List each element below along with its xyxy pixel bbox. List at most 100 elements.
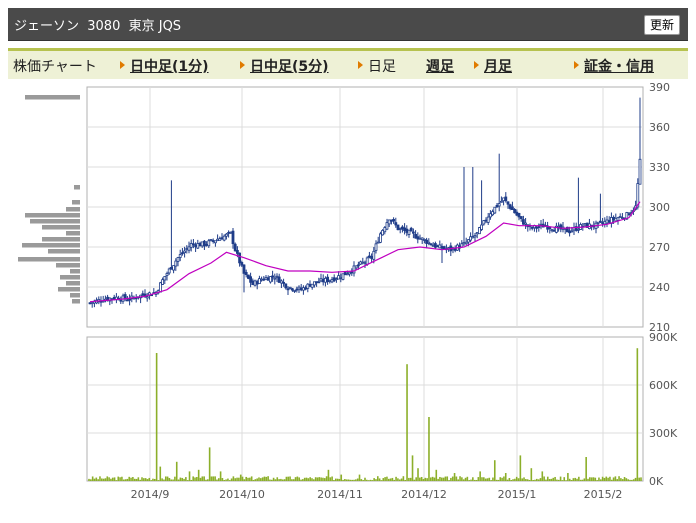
volume-bar (174, 476, 176, 481)
volume-bar (428, 417, 430, 481)
candle-body (295, 288, 299, 291)
candle-body (273, 277, 277, 280)
candle-body (515, 211, 519, 216)
volume-bar (104, 478, 107, 481)
volume-profile-bar (70, 269, 80, 274)
volume-bar (380, 480, 383, 481)
volume-bar (420, 476, 423, 481)
volume-bar (152, 478, 154, 481)
x-axis: 2014/9 2014/10 2014/11 2014/12 2015/1 2015/2 (131, 488, 623, 501)
volume-bar (294, 477, 297, 481)
volume-bar (307, 478, 310, 481)
candle-body (427, 241, 431, 244)
candle-body (482, 220, 486, 225)
volume-bar (501, 477, 503, 481)
candle-body (618, 216, 622, 218)
candle-body (231, 230, 235, 245)
volume-bar (168, 477, 171, 481)
candle-body (616, 217, 620, 221)
candle-body (174, 260, 178, 267)
candle-body (354, 265, 358, 269)
volume-bar (640, 477, 642, 481)
volume-bar (601, 476, 604, 481)
candle-body (422, 239, 426, 241)
volume-bar (245, 476, 247, 481)
volume-bar (386, 476, 388, 481)
volume-bar (567, 473, 569, 481)
candle-body (392, 219, 396, 222)
volume-bar (338, 478, 341, 481)
volume-bar (356, 478, 359, 481)
candle-body (570, 230, 574, 233)
y-tick-label: 300 (649, 201, 670, 214)
candle-body (495, 205, 499, 208)
candle-body (233, 243, 237, 252)
candle-body (299, 287, 303, 291)
candle-body (385, 222, 389, 230)
candle-body (438, 244, 442, 249)
volume-bar (400, 478, 403, 481)
volume-bar (530, 468, 533, 481)
candle-body (612, 216, 615, 220)
candle-body (282, 281, 286, 284)
candle-body (466, 239, 470, 243)
candle-body (326, 276, 330, 283)
volume-bar (327, 469, 330, 481)
candle-body (601, 222, 604, 225)
candle-body (343, 271, 347, 276)
volume-bar (473, 479, 476, 481)
candle-body (504, 196, 508, 202)
volume-bar (143, 478, 145, 481)
volume-bar (331, 476, 333, 481)
x-tick-label: 2014/10 (219, 488, 265, 501)
candle-body (191, 243, 195, 246)
volume-bar (146, 479, 149, 481)
candle-body (497, 203, 501, 207)
volume-profile-bar (42, 225, 80, 230)
candle-body (158, 282, 162, 293)
volume-profile-bar (25, 95, 80, 100)
candle-body (253, 280, 257, 286)
volume-bar (486, 478, 489, 481)
volume-bar (537, 479, 540, 481)
candle-body (420, 237, 424, 241)
volume-bar (581, 479, 584, 481)
volume-bar (578, 476, 580, 481)
volume-bar (196, 476, 198, 481)
volume-bar (528, 479, 531, 481)
volume-bar (208, 447, 211, 481)
volume-profile-bar (58, 287, 80, 292)
volume-profile-bar (66, 231, 80, 236)
volume-bar (503, 476, 505, 481)
volume-bar (539, 478, 542, 481)
volume-bar (477, 477, 480, 481)
volume-bar (256, 478, 258, 481)
volume-bar (371, 480, 374, 481)
volume-bar (492, 477, 494, 481)
candle-body (522, 219, 525, 225)
candle-body (477, 227, 481, 235)
volume-bar (270, 479, 273, 481)
x-tick-label: 2014/11 (317, 488, 363, 501)
volume-bar (170, 479, 173, 481)
candle-body (330, 279, 334, 283)
volume-bar (627, 479, 630, 481)
candle-body (218, 238, 222, 241)
volume-bar (300, 479, 302, 481)
volume-bar (148, 477, 151, 481)
volume-bar (281, 479, 284, 481)
volume-bar (353, 479, 355, 481)
volume-bar (466, 476, 469, 481)
volume-bar (124, 479, 127, 481)
candle-body (286, 288, 290, 291)
volume-bar (236, 477, 238, 481)
volume-bar (314, 477, 317, 481)
volume-bar (298, 477, 300, 481)
volume-bar (199, 477, 202, 481)
volume-bar (238, 477, 240, 481)
candle-body (464, 241, 468, 245)
volume-bar (464, 477, 467, 481)
volume-bar (221, 478, 224, 481)
volume-bar (197, 469, 200, 481)
volume-profile-bar (60, 275, 80, 280)
